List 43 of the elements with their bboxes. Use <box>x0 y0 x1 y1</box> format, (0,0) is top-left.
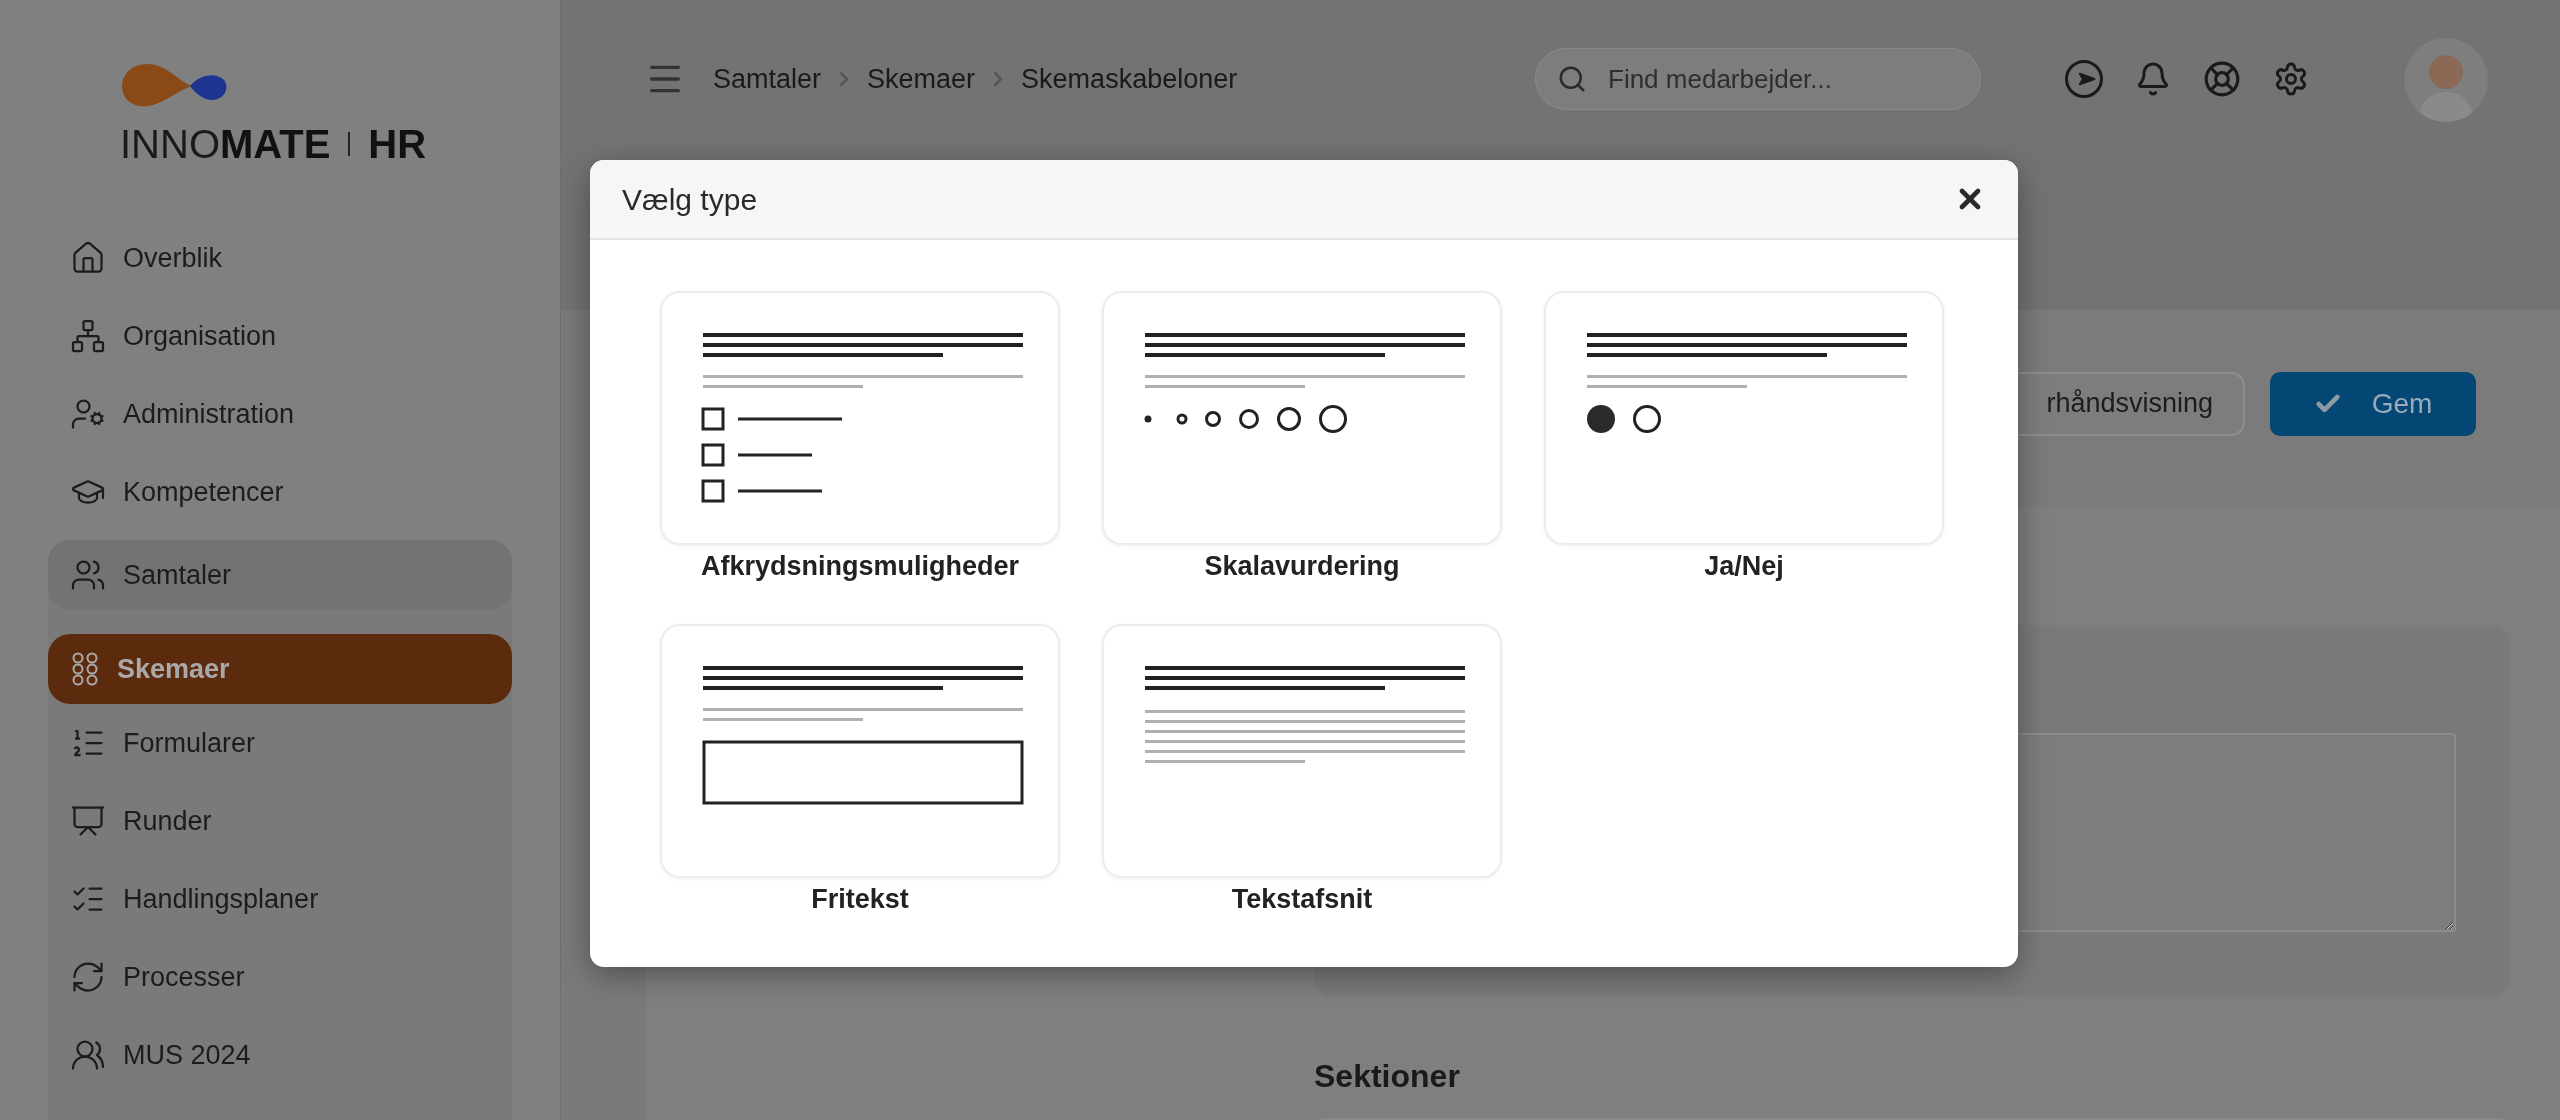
dialog-title: Vælg type <box>622 181 758 218</box>
bell-icon[interactable] <box>2135 61 2171 97</box>
nav-item[interactable]: MUS 2024 <box>48 1016 512 1094</box>
nav-item[interactable]: Overblik <box>48 219 512 297</box>
type-card[interactable] <box>1102 624 1502 878</box>
org-chart-icon <box>70 318 106 354</box>
nav-item[interactable]: Formularer <box>48 704 512 782</box>
breadcrumb-link[interactable]: Skemaer <box>867 58 976 100</box>
nav-item[interactable]: Samtaler <box>48 540 512 610</box>
nav-item[interactable]: Handlingsplaner <box>48 860 512 938</box>
chevron-right-icon <box>993 71 1004 87</box>
type-card[interactable] <box>660 291 1060 545</box>
nav-item[interactable]: Skemaer <box>48 634 512 704</box>
help-icon[interactable] <box>2203 60 2241 98</box>
house-icon <box>70 240 106 276</box>
nav-item[interactable]: Organisation <box>48 297 512 375</box>
logo-text: MATE <box>220 124 331 164</box>
breadcrumb-link[interactable]: Samtaler <box>713 58 822 100</box>
nav-item[interactable]: Administration <box>48 375 512 453</box>
presentation-board-icon <box>70 803 106 839</box>
breadcrumb-link[interactable]: Skemaskabeloner <box>1021 58 1238 100</box>
nav-item[interactable]: Runder <box>48 782 512 860</box>
nav-item[interactable]: Processer <box>48 938 512 1016</box>
type-label: Fritekst <box>811 883 909 916</box>
type-card[interactable] <box>1544 291 1944 545</box>
logo-product-text: HR <box>368 124 427 164</box>
search-icon <box>1557 64 1587 94</box>
type-label: Skalavurdering <box>1204 550 1400 583</box>
type-card[interactable] <box>1102 291 1502 545</box>
navigation-icon[interactable] <box>2065 60 2103 98</box>
cycle-arrows-icon <box>70 959 106 995</box>
type-label: Tekstafsnit <box>1231 883 1373 916</box>
type-label: Ja/Nej <box>1704 550 1784 583</box>
dots-grid-icon <box>70 651 100 687</box>
save-button[interactable]: Gem <box>2270 371 2476 436</box>
logo-text: INNO <box>120 124 220 164</box>
section-heading: Sektioner <box>1314 1057 1460 1096</box>
settings-icon[interactable] <box>2273 61 2309 97</box>
chevron-right-icon <box>839 71 850 87</box>
search-field[interactable]: Find medarbejder... <box>1535 48 1981 110</box>
type-label: Afkrydsningsmuligheder <box>700 550 1020 583</box>
nav-item[interactable]: Kompetencer <box>48 453 512 531</box>
type-card[interactable] <box>660 624 1060 878</box>
